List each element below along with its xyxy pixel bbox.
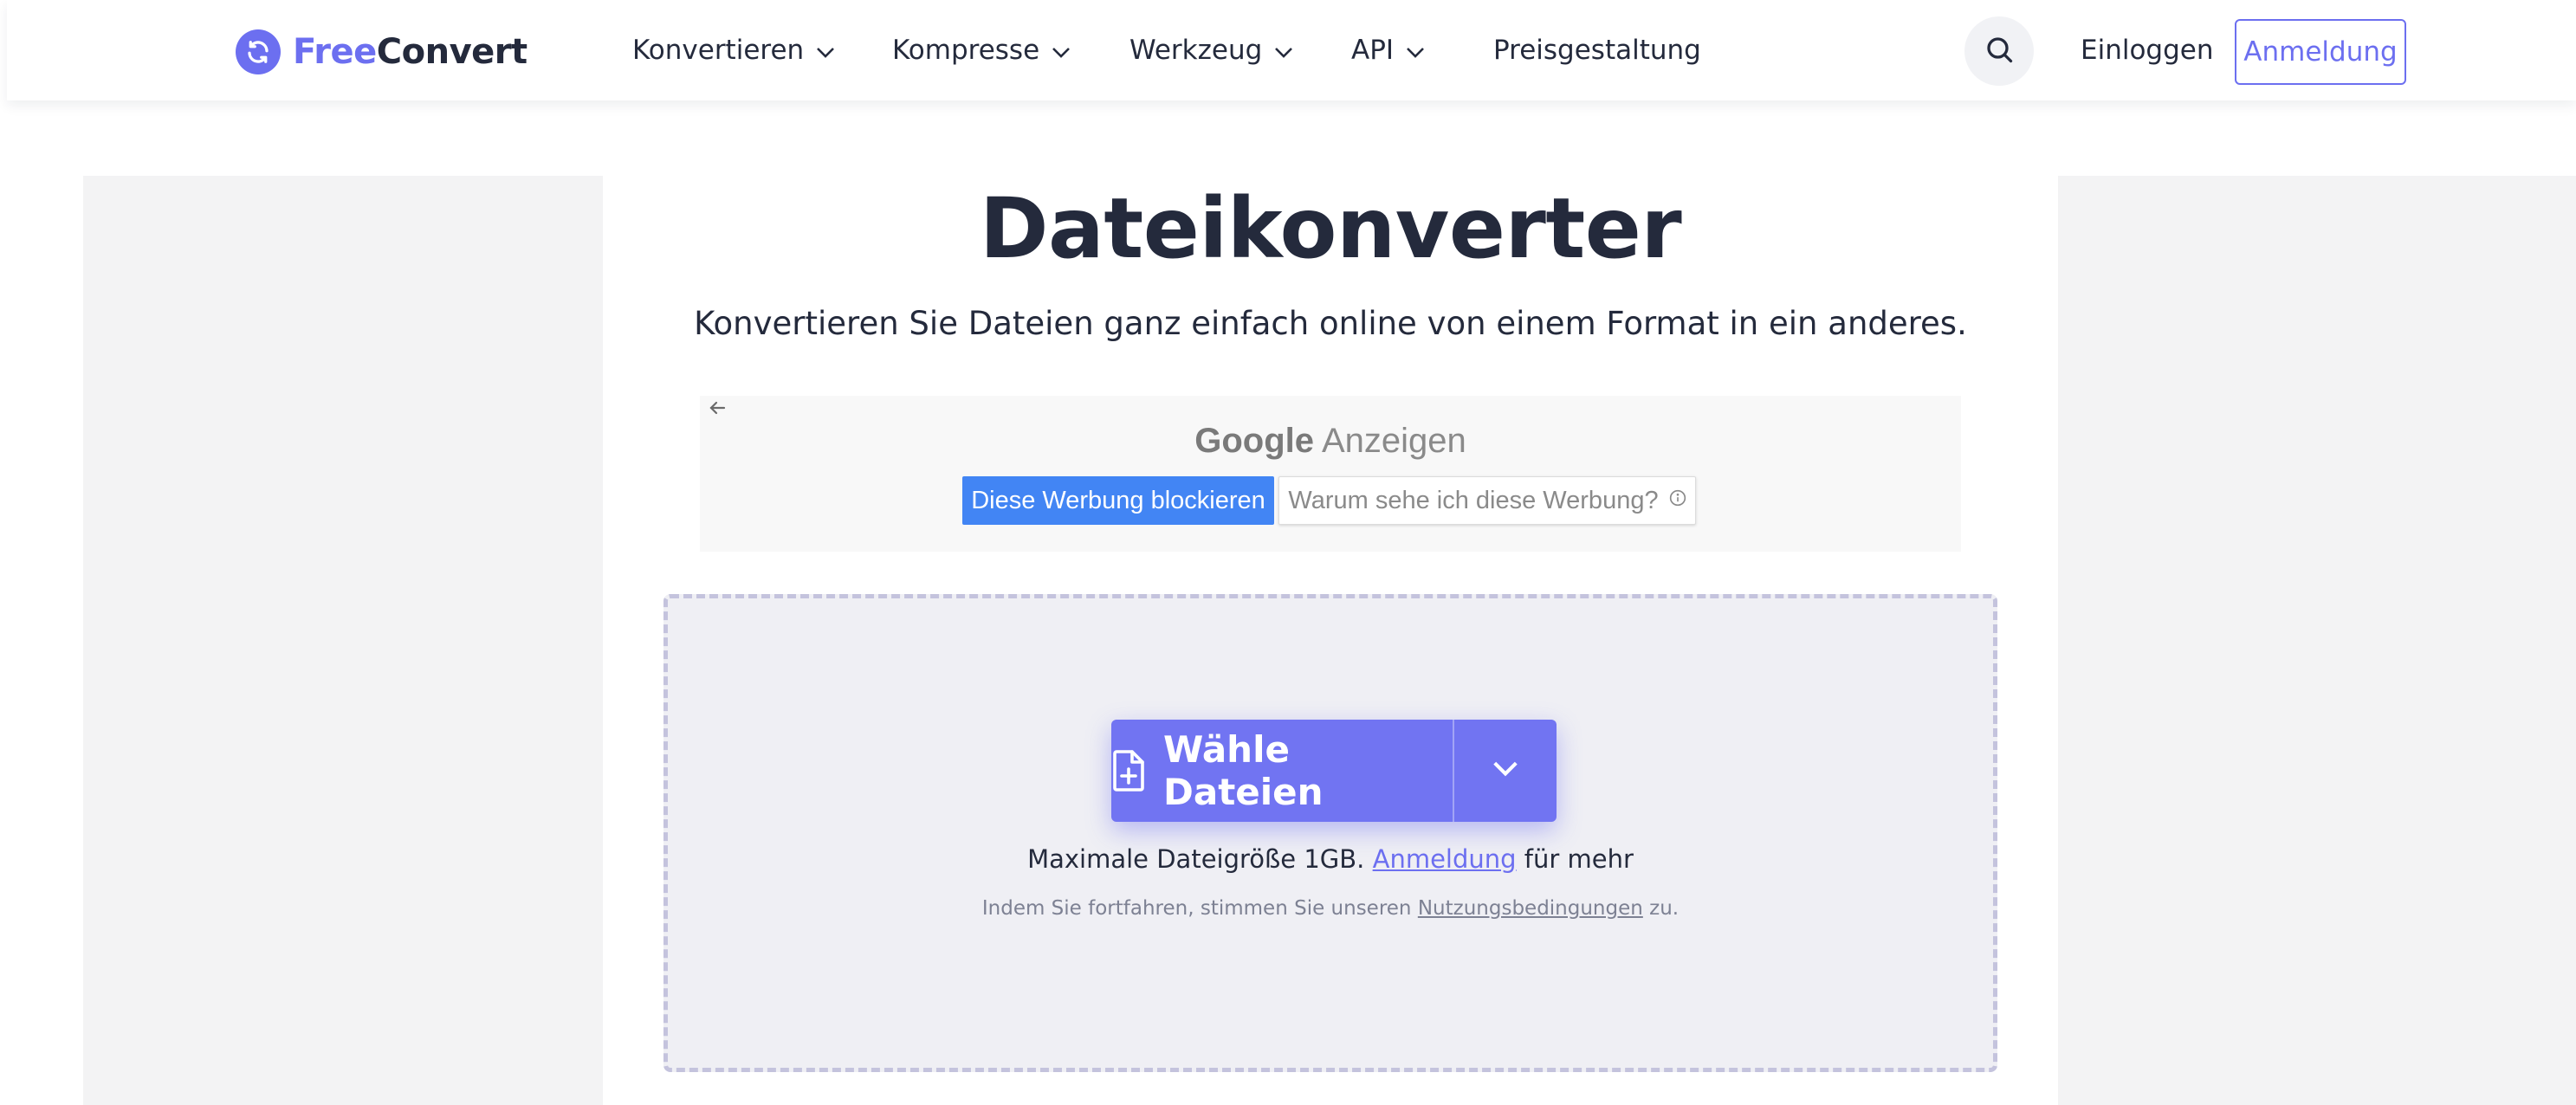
info-icon [1669,489,1686,512]
chevron-down-icon [1052,35,1071,66]
page-subtitle: Konvertieren Sie Dateien ganz einfach on… [694,305,1967,342]
file-size-limit-text: Maximale Dateigröße 1GB. Anmeldung für m… [1027,844,1634,874]
site-header: FreeConvert Konvertieren Kompresse Werkz… [7,0,2576,100]
search-button[interactable] [1964,16,2034,86]
file-plus-icon [1111,750,1146,792]
nav-label: Preisgestaltung [1493,35,1701,66]
signup-link[interactable]: Anmeldung [1373,844,1517,874]
chevron-down-icon [1274,35,1293,66]
nav-convert[interactable]: Konvertieren [632,0,835,100]
nav-pricing[interactable]: Preisgestaltung [1493,0,1701,100]
logo[interactable]: FreeConvert [236,28,527,76]
login-link[interactable]: Einloggen [2081,0,2214,100]
why-ad-button[interactable]: Warum sehe ich diese Werbung? [1278,476,1696,525]
nav-api[interactable]: API [1351,0,1425,100]
block-ad-button[interactable]: Diese Werbung blockieren [962,476,1274,525]
page-title: Dateikonverter [979,180,1682,277]
logo-text: FreeConvert [293,32,527,72]
ad-banner: Google Anzeigen Diese Werbung blockieren… [700,396,1961,552]
search-icon [1984,34,2015,68]
back-arrow-icon[interactable] [707,397,728,424]
nav-label: Kompresse [892,35,1040,66]
terms-link[interactable]: Nutzungsbedingungen [1418,897,1643,920]
choose-files-button-group: Wähle Dateien [1111,720,1557,822]
choose-source-dropdown[interactable] [1454,720,1557,822]
choose-files-button[interactable]: Wähle Dateien [1111,720,1453,822]
nav-tools[interactable]: Werkzeug [1129,0,1293,100]
nav-label: API [1351,35,1395,66]
terms-text: Indem Sie fortfahren, stimmen Sie unsere… [981,897,1680,920]
choose-files-label: Wähle Dateien [1163,728,1324,813]
file-drop-zone[interactable]: Wähle Dateien Maximale Dateigröße 1GB. A… [663,594,1997,1072]
signup-button[interactable]: Anmeldung [2235,19,2406,85]
chevron-down-icon [816,35,835,66]
right-sidebar-panel [2058,176,2576,1105]
chevron-down-icon [1406,35,1425,66]
left-sidebar-panel [83,176,603,1105]
nav-compress[interactable]: Kompresse [892,0,1071,100]
nav-label: Werkzeug [1129,35,1263,66]
logo-sync-icon [236,29,281,74]
nav-label: Konvertieren [632,35,805,66]
chevron-down-icon [1492,760,1518,781]
google-ads-label: Google Anzeigen [1194,422,1466,460]
why-ad-label: Warum sehe ich diese Werbung? [1288,486,1659,514]
